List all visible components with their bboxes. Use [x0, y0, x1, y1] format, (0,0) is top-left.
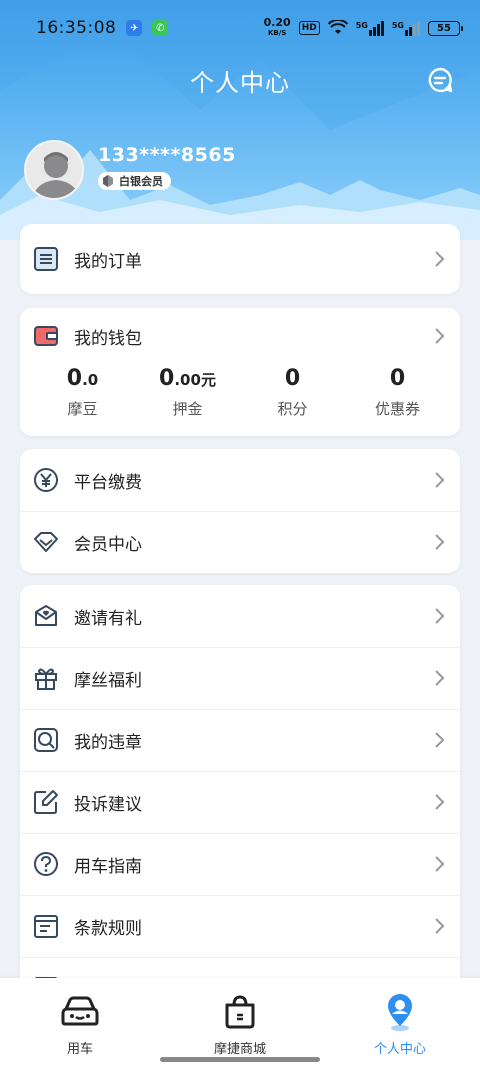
shopping-bag-icon [225, 995, 255, 1029]
menu-group-2: 邀请有礼 摩丝福利 我的违章 投诉建议 用车指南 条款规则 [20, 585, 460, 1005]
page-title: 个人中心 [190, 68, 290, 97]
stat-label: 摩豆 [67, 400, 98, 418]
menu-item-feedback[interactable]: 投诉建议 [20, 771, 460, 833]
order-list-icon [34, 247, 58, 271]
menu-item-invite[interactable]: 邀请有礼 [20, 585, 460, 647]
battery-icon: 55 [428, 20, 463, 36]
menu-item-label: 会员中心 [74, 534, 142, 555]
menu-item-label: 邀请有礼 [74, 608, 142, 629]
chevron-right-icon [435, 608, 445, 624]
tab-ride[interactable]: 用车 [0, 978, 160, 1072]
member-level: 白银会员 [119, 175, 163, 188]
chat-bubble-icon[interactable] [426, 66, 454, 94]
stat-decimal: .0 [82, 371, 99, 389]
user-phone: 133****8565 [98, 144, 236, 166]
yen-coin-icon [34, 468, 58, 492]
wallet-stats: 0.0 摩豆 0.00元 押金 0 积分 0 优惠券 [20, 364, 460, 419]
diamond-icon [34, 532, 58, 552]
wallet-stat-deposit[interactable]: 0.00元 押金 [138, 366, 238, 419]
stat-label: 积分 [277, 400, 308, 418]
signal-icon: 5G [355, 20, 384, 36]
car-icon [61, 996, 99, 1026]
stat-label: 押金 [172, 400, 203, 418]
chevron-right-icon [435, 794, 445, 810]
wifi-icon [327, 20, 348, 34]
stat-label: 优惠券 [374, 400, 420, 418]
stat-unit: 元 [200, 371, 216, 389]
envelope-heart-icon [35, 605, 57, 626]
signal-icon-2: 5G [391, 20, 420, 36]
chevron-right-icon [435, 856, 445, 872]
stat-value: 0 [159, 366, 175, 391]
document-icon [34, 915, 58, 938]
status-bar: 16:35:08 ✈ ✆ 0.20 KB/S HD 5G 5G 55 [0, 0, 480, 56]
menu-item-terms[interactable]: 条款规则 [20, 895, 460, 957]
chevron-right-icon [435, 918, 445, 934]
tab-label: 摩捷商城 [213, 1042, 266, 1057]
net-speed-value: 0.20 [263, 16, 291, 29]
menu-item-benefits[interactable]: 摩丝福利 [20, 647, 460, 709]
wallet-stat-coupons[interactable]: 0 优惠券 [348, 366, 448, 419]
app-notification-icon: ✈ [126, 20, 143, 36]
silver-medal-icon [103, 175, 113, 187]
menu-item-label: 用车指南 [74, 856, 142, 877]
orders-card: 我的订单 [20, 224, 460, 294]
my-wallet-label: 我的钱包 [74, 328, 142, 349]
default-avatar-icon [32, 152, 80, 198]
chevron-right-icon [435, 328, 445, 344]
chevron-right-icon [435, 472, 445, 488]
wallet-icon [34, 326, 58, 346]
my-orders-label: 我的订单 [74, 251, 142, 272]
edit-icon [34, 790, 58, 814]
title-bar: 个人中心 [0, 58, 480, 102]
home-indicator[interactable] [160, 1057, 320, 1062]
stat-value: 0 [389, 366, 406, 391]
status-time: 16:35:08 [36, 18, 117, 38]
hd-badge: HD [298, 21, 320, 35]
chevron-right-icon [435, 670, 445, 686]
chevron-right-icon [435, 732, 445, 748]
menu-item-guide[interactable]: 用车指南 [20, 833, 460, 895]
tab-label: 用车 [66, 1042, 93, 1057]
stat-value: 0 [66, 366, 83, 391]
signal-label-2: 5G [391, 20, 404, 30]
chevron-right-icon [435, 534, 445, 550]
menu-item-label: 我的违章 [74, 732, 142, 753]
tab-label: 个人中心 [373, 1042, 426, 1057]
stat-decimal: .00 [174, 371, 201, 389]
avatar[interactable] [24, 140, 84, 200]
wallet-stat-modou[interactable]: 0.0 摩豆 [33, 366, 133, 419]
question-icon [34, 852, 58, 876]
signal-label: 5G [355, 20, 368, 30]
phone-notification-icon: ✆ [152, 20, 169, 36]
my-orders-row[interactable]: 我的订单 [20, 224, 460, 294]
tab-profile[interactable]: 个人中心 [320, 978, 480, 1072]
member-badge[interactable]: 白银会员 [98, 172, 171, 190]
menu-group-1: 平台缴费 会员中心 [20, 449, 460, 573]
menu-item-label: 摩丝福利 [74, 670, 142, 691]
menu-item-label: 投诉建议 [74, 794, 142, 815]
profile-section[interactable]: 133****8565 白银会员 [24, 140, 236, 200]
menu-item-violations[interactable]: 我的违章 [20, 709, 460, 771]
wallet-stat-points[interactable]: 0 积分 [243, 366, 343, 419]
menu-item-member-center[interactable]: 会员中心 [20, 511, 460, 573]
stat-value: 0 [284, 366, 301, 391]
person-pin-icon [388, 994, 412, 1031]
wallet-card: 我的钱包 0.0 摩豆 0.00元 押金 0 积分 0 优惠券 [20, 308, 460, 436]
menu-item-label: 平台缴费 [74, 472, 142, 493]
my-wallet-row[interactable]: 我的钱包 [20, 308, 460, 364]
menu-item-platform-payment[interactable]: 平台缴费 [20, 449, 460, 511]
chevron-right-icon [435, 251, 445, 267]
violation-search-icon [34, 728, 58, 752]
net-speed: 0.20 KB/S [263, 16, 291, 38]
menu-item-label: 条款规则 [74, 918, 142, 939]
gift-icon [35, 668, 57, 690]
net-speed-unit: KB/S [267, 29, 287, 37]
